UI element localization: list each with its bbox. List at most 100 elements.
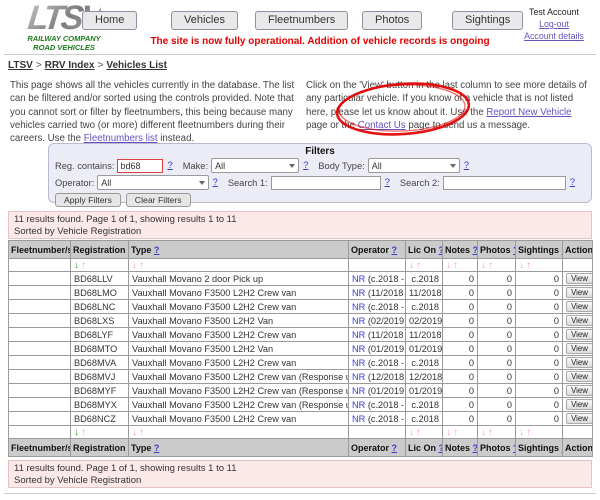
sort-desc-arrow[interactable]: ↓ xyxy=(409,427,414,438)
view-button[interactable]: View xyxy=(566,287,593,298)
view-button[interactable]: View xyxy=(566,301,593,312)
search2-input[interactable] xyxy=(443,176,566,190)
breadcrumb-rrv-index[interactable]: RRV Index xyxy=(45,60,95,71)
sort-desc-arrow[interactable]: ↓ xyxy=(481,427,486,438)
apply-filters-button[interactable]: Apply Filters xyxy=(55,193,121,207)
operator-link[interactable]: NR xyxy=(352,344,365,354)
sort-desc-arrow[interactable]: ↓ xyxy=(481,260,486,271)
column-help-link[interactable]: ? xyxy=(439,443,443,453)
sort-desc-arrow[interactable]: ↓ xyxy=(132,427,137,438)
lic-on-cell: 11/2018 xyxy=(406,286,443,300)
operator-link[interactable]: NR xyxy=(352,358,365,368)
operator-link[interactable]: NR xyxy=(352,414,365,424)
make-help-link[interactable]: ? xyxy=(303,160,308,171)
body-type-select[interactable]: All xyxy=(368,158,460,173)
sort-asc-arrow[interactable]: ↑ xyxy=(416,427,421,438)
sort-desc-arrow[interactable]: ↓ xyxy=(446,427,451,438)
col-header-label: Sightings xyxy=(518,245,559,255)
fleetnumber-cell xyxy=(9,412,71,426)
sort-asc-arrow[interactable]: ↑ xyxy=(526,260,531,271)
body-type-help-link[interactable]: ? xyxy=(464,160,469,171)
sort-asc-arrow[interactable]: ↑ xyxy=(526,427,531,438)
sort-desc-arrow[interactable]: ↓ xyxy=(519,427,524,438)
col-header-lic-on: Lic On ? xyxy=(406,439,443,457)
operator-link[interactable]: NR xyxy=(352,400,365,410)
clear-filters-button[interactable]: Clear Filters xyxy=(126,193,191,207)
operator-cell: NR (c.2018 - ) xyxy=(349,272,406,286)
sort-desc-arrow[interactable]: ↓ xyxy=(74,260,79,271)
view-button[interactable]: View xyxy=(566,413,593,424)
search1-input[interactable] xyxy=(271,176,381,190)
column-help-link[interactable]: ? xyxy=(439,245,443,255)
reg-contains-help-link[interactable]: ? xyxy=(167,160,172,171)
sort-asc-arrow[interactable]: ↑ xyxy=(453,427,458,438)
sort-asc-arrow[interactable]: ↑ xyxy=(488,427,493,438)
sort-asc-arrow[interactable]: ↑ xyxy=(488,260,493,271)
sort-desc-arrow[interactable]: ↓ xyxy=(409,260,414,271)
sort-cell: ↓↑ xyxy=(443,259,478,272)
nav-button-vehicles[interactable]: Vehicles xyxy=(171,11,238,30)
operator-link[interactable]: NR xyxy=(352,302,365,312)
nav-button-photos[interactable]: Photos xyxy=(362,11,422,30)
view-button[interactable]: View xyxy=(566,273,593,284)
sort-asc-arrow[interactable]: ↑ xyxy=(453,260,458,271)
make-select[interactable]: All xyxy=(211,158,299,173)
type-cell: Vauxhall Movano F3500 L2H2 Van xyxy=(129,314,349,328)
operator-help-link[interactable]: ? xyxy=(213,177,218,188)
view-button[interactable]: View xyxy=(566,357,593,368)
view-button[interactable]: View xyxy=(566,385,593,396)
action-cell: View xyxy=(563,314,593,328)
sort-desc-arrow[interactable]: ↓ xyxy=(132,260,137,271)
column-help-link[interactable]: ? xyxy=(473,443,478,453)
breadcrumb-ltsv[interactable]: LTSV xyxy=(8,60,33,71)
column-help-link[interactable]: ? xyxy=(392,245,398,255)
operator-link[interactable]: NR xyxy=(352,288,365,298)
search2-help-link[interactable]: ? xyxy=(570,177,575,188)
logout-link[interactable]: Log-out xyxy=(510,18,598,30)
column-help-link[interactable]: ? xyxy=(154,443,160,453)
operator-select[interactable]: All xyxy=(97,175,208,190)
view-button[interactable]: View xyxy=(566,329,593,340)
sort-asc-arrow[interactable]: ↑ xyxy=(139,427,144,438)
sort-asc-arrow[interactable]: ↑ xyxy=(81,260,86,271)
sort-asc-arrow[interactable]: ↑ xyxy=(81,427,86,438)
search1-help-link[interactable]: ? xyxy=(385,177,390,188)
column-help-link[interactable]: ? xyxy=(392,443,398,453)
operator-link[interactable]: NR xyxy=(352,386,365,396)
breadcrumb-separator: > xyxy=(33,60,45,71)
sort-desc-arrow[interactable]: ↓ xyxy=(74,427,79,438)
breadcrumb-vehicles-list[interactable]: Vehicles List xyxy=(106,60,167,71)
table-row: BD68LYFVauxhall Movano F3500 L2H2 Crew v… xyxy=(9,328,593,342)
notes-cell: 0 xyxy=(443,370,478,384)
view-button[interactable]: View xyxy=(566,399,593,410)
sort-cell: ↓↑ xyxy=(478,426,516,439)
sort-desc-arrow[interactable]: ↓ xyxy=(446,260,451,271)
view-button[interactable]: View xyxy=(566,315,593,326)
operator-link[interactable]: NR xyxy=(352,316,365,326)
fleetnumber-cell xyxy=(9,272,71,286)
col-header-label: Action/s xyxy=(565,245,593,255)
reg-contains-label: Reg. contains: xyxy=(55,161,114,171)
report-new-vehicle-link[interactable]: Report New Vehicle xyxy=(486,107,571,118)
sort-asc-arrow[interactable]: ↑ xyxy=(416,260,421,271)
operator-link[interactable]: NR xyxy=(352,330,365,340)
view-button[interactable]: View xyxy=(566,371,593,382)
contact-us-link[interactable]: Contact Us xyxy=(358,120,406,131)
reg-contains-input[interactable] xyxy=(117,159,163,173)
nav-button-home[interactable]: Home xyxy=(82,11,137,30)
sort-cell xyxy=(9,426,71,439)
sort-cell: ↓↑ xyxy=(516,426,563,439)
operator-link[interactable]: NR xyxy=(352,274,365,284)
sort-desc-arrow[interactable]: ↓ xyxy=(519,260,524,271)
nav-button-fleetnumbers[interactable]: Fleetnumbers xyxy=(255,11,348,30)
view-button[interactable]: View xyxy=(566,343,593,354)
photos-cell: 0 xyxy=(478,314,516,328)
sightings-cell: 0 xyxy=(516,370,563,384)
vehicles-table: Fleetnumber/s ?Registration ?Type ?Opera… xyxy=(8,240,593,457)
operator-link[interactable]: NR xyxy=(352,372,365,382)
column-help-link[interactable]: ? xyxy=(154,245,160,255)
fleetnumber-cell xyxy=(9,286,71,300)
column-help-link[interactable]: ? xyxy=(473,245,478,255)
col-header-label: Photos xyxy=(480,443,511,453)
sort-asc-arrow[interactable]: ↑ xyxy=(139,260,144,271)
